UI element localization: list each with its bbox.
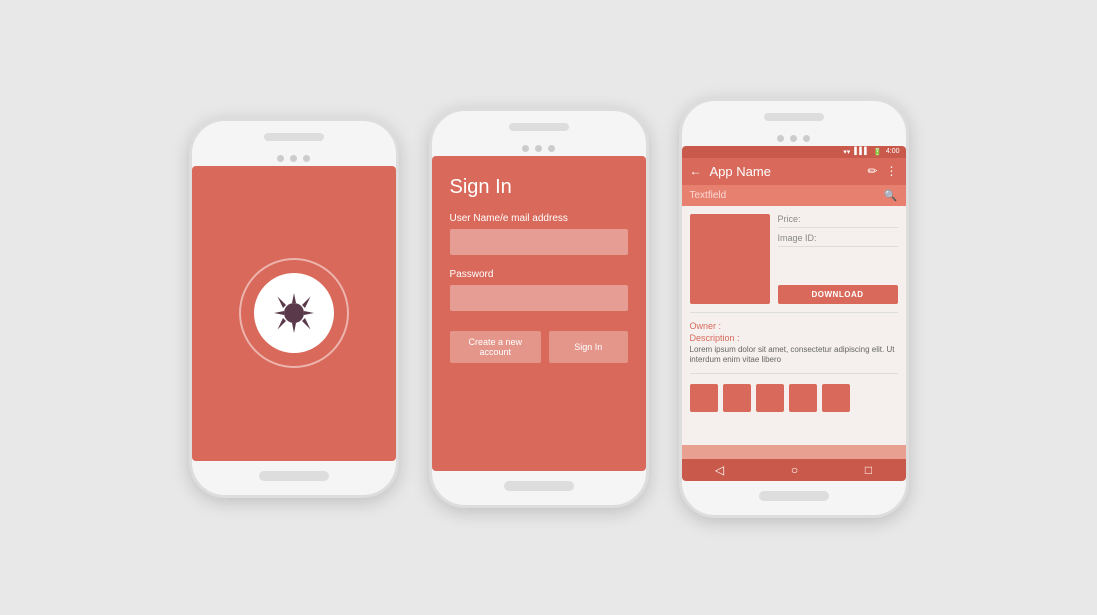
thumbnails-row <box>690 384 898 412</box>
password-label: Password <box>450 269 628 280</box>
description-label: Description : <box>690 333 898 343</box>
dot4 <box>522 145 529 152</box>
price-label: Price: <box>778 214 898 228</box>
nav-home-icon[interactable]: ○ <box>791 463 798 477</box>
signal-icon: ▌▌▌ <box>854 148 869 155</box>
search-bar: Textfield 🔍 <box>682 185 906 206</box>
dot2 <box>290 155 297 162</box>
scene: Sign In User Name/e mail address Passwor… <box>0 0 1097 615</box>
search-placeholder-text: Textfield <box>690 190 878 201</box>
thumb-2[interactable] <box>723 384 751 412</box>
owner-label: Owner : <box>690 321 898 331</box>
phone-app: ▾▾ ▌▌▌ 🔋 4:00 ← App Name ✏ ⋮ Textfield 🔍 <box>679 98 909 518</box>
thumb-3[interactable] <box>756 384 784 412</box>
dot1 <box>277 155 284 162</box>
wifi-icon: ▾▾ <box>843 148 850 156</box>
divider2 <box>690 373 898 374</box>
splash-screen-area <box>192 166 396 461</box>
nav-back-icon[interactable]: ◁ <box>715 463 724 477</box>
signin-buttons: Create a new account Sign In <box>450 331 628 363</box>
dot7 <box>777 135 784 142</box>
app-screen-area: ▾▾ ▌▌▌ 🔋 4:00 ← App Name ✏ ⋮ Textfield 🔍 <box>682 146 906 481</box>
product-details: Price: Image ID: DOWNLOAD <box>778 214 898 304</box>
thumb-1[interactable] <box>690 384 718 412</box>
username-input[interactable] <box>450 229 628 255</box>
phone3-top-dots <box>682 127 906 146</box>
password-input[interactable] <box>450 285 628 311</box>
status-time: 4:00 <box>886 148 900 155</box>
product-row: Price: Image ID: DOWNLOAD <box>690 214 898 304</box>
app-bg: ▾▾ ▌▌▌ 🔋 4:00 ← App Name ✏ ⋮ Textfield 🔍 <box>682 146 906 481</box>
signin-bg: Sign In User Name/e mail address Passwor… <box>432 156 646 471</box>
dot9 <box>803 135 810 142</box>
divider1 <box>690 312 898 313</box>
thumb-4[interactable] <box>789 384 817 412</box>
sun-icon <box>270 289 318 337</box>
signin-button[interactable]: Sign In <box>549 331 627 363</box>
dot6 <box>548 145 555 152</box>
app-bar: ← App Name ✏ ⋮ <box>682 158 906 185</box>
thumb-5[interactable] <box>822 384 850 412</box>
back-icon[interactable]: ← <box>690 164 702 178</box>
outer-circle <box>239 258 349 368</box>
status-bar: ▾▾ ▌▌▌ 🔋 4:00 <box>682 146 906 158</box>
phone-top-dots <box>192 147 396 166</box>
meta-section: Owner : Description : Lorem ipsum dolor … <box>690 321 898 366</box>
username-label: User Name/e mail address <box>450 213 628 224</box>
inner-circle <box>254 273 334 353</box>
nav-bar: ◁ ○ □ <box>682 459 906 481</box>
download-button[interactable]: DOWNLOAD <box>778 285 898 304</box>
signin-title: Sign In <box>450 176 628 199</box>
lorem-text: Lorem ipsum dolor sit amet, consectetur … <box>690 345 898 366</box>
dot8 <box>790 135 797 142</box>
dot5 <box>535 145 542 152</box>
phone2-top-dots <box>432 137 646 156</box>
phone-signin: Sign In User Name/e mail address Passwor… <box>429 108 649 508</box>
product-image <box>690 214 770 304</box>
image-id-label: Image ID: <box>778 233 898 247</box>
battery-icon: 🔋 <box>873 148 882 156</box>
bottom-bar-light <box>682 445 906 459</box>
dot3 <box>303 155 310 162</box>
nav-recents-icon[interactable]: □ <box>865 463 872 477</box>
more-icon[interactable]: ⋮ <box>886 164 898 178</box>
content-area: Price: Image ID: DOWNLOAD Owner : Descri… <box>682 206 906 445</box>
app-title: App Name <box>710 164 860 179</box>
search-icon[interactable]: 🔍 <box>884 189 898 202</box>
phone-splash <box>189 118 399 498</box>
splash-bg <box>192 166 396 461</box>
edit-icon[interactable]: ✏ <box>867 164 877 178</box>
create-account-button[interactable]: Create a new account <box>450 331 542 363</box>
signin-screen-area: Sign In User Name/e mail address Passwor… <box>432 156 646 471</box>
